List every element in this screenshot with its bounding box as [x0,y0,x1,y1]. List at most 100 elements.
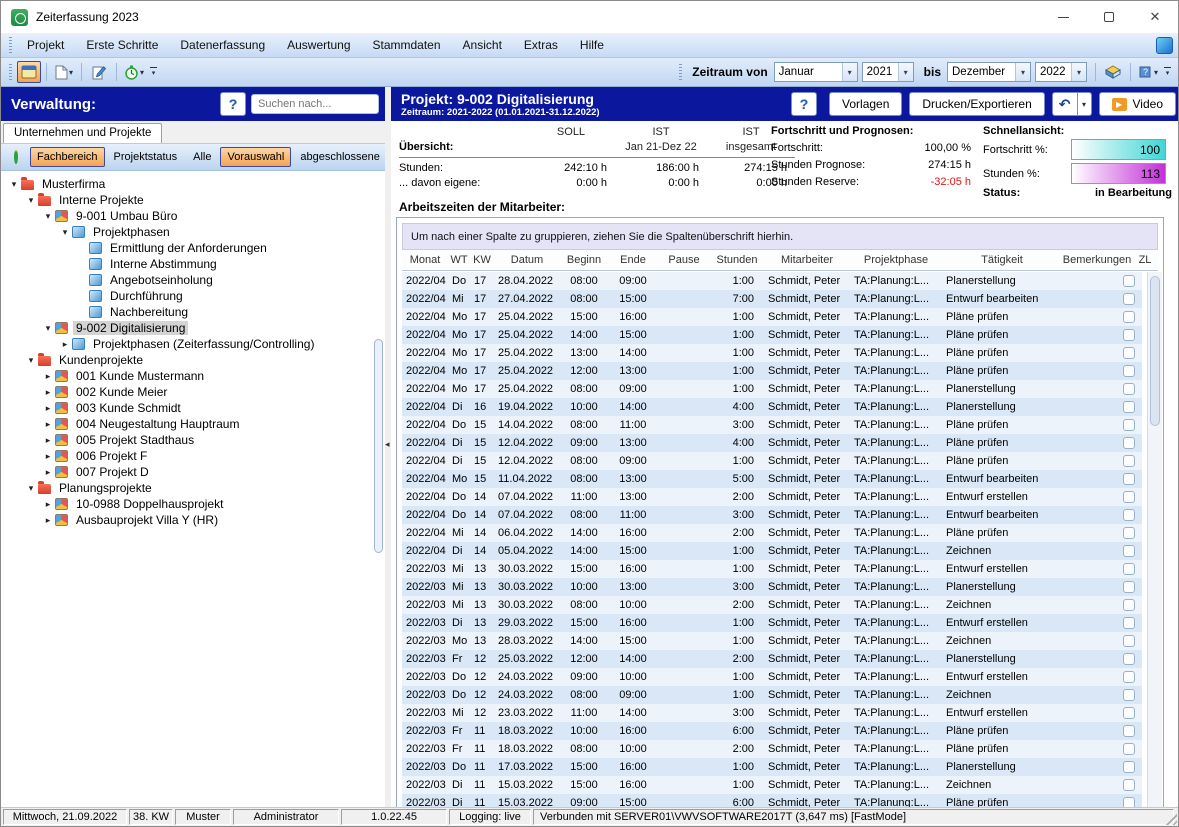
menu-item[interactable]: Ansicht [452,35,513,55]
zl-checkbox[interactable] [1123,671,1135,683]
zl-checkbox[interactable] [1123,527,1135,539]
calendar-card-button[interactable] [17,61,41,83]
undo-button[interactable]: ↶ [1052,92,1078,116]
tree-item[interactable]: Angebotseinholung [1,272,385,288]
table-row[interactable]: 2022/04 Di 15 12.04.2022 08:00 09:00 1:0… [402,452,1142,470]
zl-checkbox[interactable] [1123,293,1135,305]
table-row[interactable]: 2022/03 Mi 12 23.03.2022 11:00 14:00 3:0… [402,704,1142,722]
tree-item[interactable]: Projektphasen (Zeiterfassung/Controlling… [1,336,385,352]
column-header[interactable]: Stunden [710,254,764,266]
zl-checkbox[interactable] [1123,311,1135,323]
menu-item[interactable]: Hilfe [569,35,615,55]
toolbar-grip[interactable] [9,64,12,80]
tree-expander-icon[interactable] [7,179,21,190]
from-month-combo[interactable]: Januar ▾ [774,62,858,82]
tree-item[interactable]: Interne Abstimmung [1,256,385,272]
zl-checkbox[interactable] [1123,653,1135,665]
scrollbar-thumb[interactable] [1150,276,1160,426]
close-button[interactable]: ✕ [1132,1,1178,33]
zl-checkbox[interactable] [1123,365,1135,377]
toolbar-grip[interactable] [679,64,682,80]
table-row[interactable]: 2022/03 Mi 13 30.03.2022 15:00 16:00 1:0… [402,560,1142,578]
tree-item[interactable]: 9-001 Umbau Büro [1,208,385,224]
tree-expander-icon[interactable] [41,435,55,446]
zl-checkbox[interactable] [1123,689,1135,701]
menu-item[interactable]: Auswertung [276,35,361,55]
zl-checkbox[interactable] [1123,599,1135,611]
table-row[interactable]: 2022/03 Fr 11 18.03.2022 10:00 16:00 6:0… [402,722,1142,740]
tree-item[interactable]: 007 Projekt D [1,464,385,480]
edit-document-button[interactable] [87,61,111,83]
menu-item[interactable]: Projekt [16,35,75,55]
zl-checkbox[interactable] [1123,761,1135,773]
tree-expander-icon[interactable] [41,211,55,222]
menu-item[interactable]: Stammdaten [362,35,452,55]
tree-item[interactable]: 001 Kunde Mustermann [1,368,385,384]
tree-expander-icon[interactable] [41,499,55,510]
menu-item[interactable]: Extras [513,35,569,55]
new-document-button[interactable]: ▾ [52,61,76,83]
column-header[interactable]: Beginn [560,254,608,266]
tree-item[interactable]: Ermittlung der Anforderungen [1,240,385,256]
zl-checkbox[interactable] [1123,401,1135,413]
table-row[interactable]: 2022/03 Mo 13 28.03.2022 14:00 15:00 1:0… [402,632,1142,650]
tree-item[interactable]: 004 Neugestaltung Hauptraum [1,416,385,432]
filter-button[interactable]: Projektstatus [107,147,185,167]
tree-scrollbar[interactable] [374,339,383,553]
zl-checkbox[interactable] [1123,635,1135,647]
zl-checkbox[interactable] [1123,329,1135,341]
toolbar-overflow-button[interactable]: ▾ [1161,63,1174,81]
toolbar-grip[interactable] [9,37,12,53]
column-header[interactable]: Bemerkungen [1062,254,1132,266]
toolbar-overflow-button[interactable]: ▾ [147,63,160,81]
minimize-button[interactable] [1040,1,1086,33]
tree-expander-icon[interactable] [24,355,38,366]
zl-checkbox[interactable] [1123,383,1135,395]
column-header[interactable]: Mitarbeiter [764,254,850,266]
zl-checkbox[interactable] [1123,563,1135,575]
zl-checkbox[interactable] [1123,545,1135,557]
package-box-button[interactable] [1101,61,1125,83]
tree-expander-icon[interactable] [41,467,55,478]
help-book-button[interactable]: ? ▾ [1136,61,1160,83]
filter-button[interactable]: Alle [186,147,218,167]
column-header[interactable]: Datum [494,254,560,266]
tree-item[interactable]: Nachbereitung [1,304,385,320]
menu-overflow-icon[interactable] [1156,37,1173,54]
help-button[interactable]: ? [220,92,246,116]
column-header[interactable]: ZL [1132,254,1158,266]
tab-unternehmen-und-projekte[interactable]: Unternehmen und Projekte [3,123,162,143]
video-button[interactable]: ▶ Video [1099,92,1176,116]
zl-checkbox[interactable] [1123,491,1135,503]
tree-item[interactable]: Ausbauprojekt Villa Y (HR) [1,512,385,528]
table-row[interactable]: 2022/03 Do 12 24.03.2022 09:00 10:00 1:0… [402,668,1142,686]
to-year-combo[interactable]: 2022 ▾ [1035,62,1087,82]
search-input[interactable] [251,94,379,114]
from-year-combo[interactable]: 2021 ▾ [862,62,914,82]
table-row[interactable]: 2022/04 Mo 17 25.04.2022 14:00 15:00 1:0… [402,326,1142,344]
chevron-down-icon[interactable]: ▾ [898,63,913,81]
refresh-icon[interactable] [14,150,18,164]
zl-checkbox[interactable] [1123,779,1135,791]
undo-dropdown[interactable]: ▾ [1078,92,1092,116]
filter-button[interactable]: Fachbereich [30,147,105,167]
zl-checkbox[interactable] [1123,419,1135,431]
tree-expander-icon[interactable] [41,387,55,398]
tree-expander-icon[interactable] [24,483,38,494]
tree-item[interactable]: Interne Projekte [1,192,385,208]
table-row[interactable]: 2022/04 Di 16 19.04.2022 10:00 14:00 4:0… [402,398,1142,416]
zl-checkbox[interactable] [1123,725,1135,737]
column-header[interactable]: Ende [608,254,658,266]
tree-item[interactable]: 002 Kunde Meier [1,384,385,400]
table-row[interactable]: 2022/03 Mi 13 30.03.2022 08:00 10:00 2:0… [402,596,1142,614]
tree-expander-icon[interactable] [41,419,55,430]
table-row[interactable]: 2022/04 Mi 14 06.04.2022 14:00 16:00 2:0… [402,524,1142,542]
table-row[interactable]: 2022/04 Di 14 05.04.2022 14:00 15:00 1:0… [402,542,1142,560]
drucken-exportieren-button[interactable]: Drucken/Exportieren [909,92,1044,116]
tree-item[interactable]: Planungsprojekte [1,480,385,496]
group-by-hint[interactable]: Um nach einer Spalte zu gruppieren, zieh… [402,223,1158,250]
tree-expander-icon[interactable] [41,371,55,382]
filter-button[interactable]: abgeschlossene [293,147,387,167]
table-row[interactable]: 2022/04 Do 14 07.04.2022 11:00 13:00 2:0… [402,488,1142,506]
zl-checkbox[interactable] [1123,347,1135,359]
